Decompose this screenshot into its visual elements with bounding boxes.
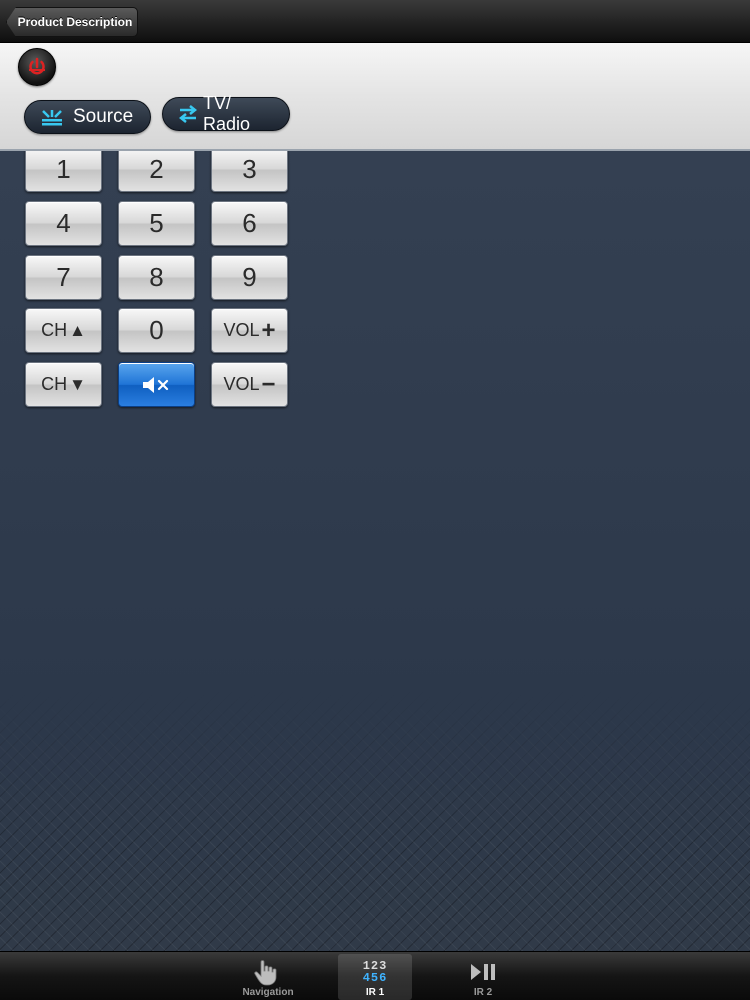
key-1-label: 1: [56, 154, 71, 184]
triangle-up-icon: ▲: [69, 320, 86, 340]
tv-radio-label: TV/ Radio: [203, 93, 251, 134]
volume-down-label: VOL: [223, 374, 260, 394]
mute-icon: [142, 376, 168, 393]
key-6-label: 6: [242, 208, 257, 238]
volume-down-button[interactable]: VOL −: [211, 362, 288, 407]
key-8[interactable]: 8: [118, 255, 195, 300]
key-5-label: 5: [149, 208, 164, 238]
source-button[interactable]: Source: [24, 100, 151, 134]
keypad-panel: 1 2 3 4 5 6 7 8 9 CH ▲ 0 VOL + CH ▼ VOL …: [0, 151, 750, 951]
volume-up-button[interactable]: VOL +: [211, 308, 288, 353]
tab-navigation[interactable]: Navigation: [231, 954, 305, 1000]
tab-ir1-label: IR 1: [365, 987, 385, 998]
triangle-down-icon: ▼: [69, 374, 86, 394]
numeric-keypad-icon: 123 456: [363, 957, 388, 987]
key-9[interactable]: 9: [211, 255, 288, 300]
key-7-label: 7: [56, 262, 71, 292]
tab-ir1[interactable]: 123 456 IR 1: [338, 954, 412, 1000]
key-4[interactable]: 4: [25, 201, 102, 246]
key-7[interactable]: 7: [25, 255, 102, 300]
plus-icon: +: [261, 316, 276, 344]
key-4-label: 4: [56, 208, 71, 238]
key-2[interactable]: 2: [118, 151, 195, 192]
tab-ir2-label: IR 2: [473, 987, 493, 998]
tab-navigation-label: Navigation: [242, 987, 294, 998]
mute-button[interactable]: [118, 362, 195, 407]
key-6[interactable]: 6: [211, 201, 288, 246]
key-3[interactable]: 3: [211, 151, 288, 192]
background-texture: [0, 691, 750, 951]
toolbar: Source TV/ Radio: [0, 43, 750, 151]
play-pause-icon: [468, 957, 498, 987]
swap-arrows-icon: [177, 103, 199, 125]
tv-radio-button[interactable]: TV/ Radio: [162, 93, 290, 134]
power-button[interactable]: [18, 48, 56, 86]
hand-pointer-icon: [253, 957, 283, 987]
tab-bar: Navigation 123 456 IR 1 IR 2: [0, 951, 750, 1000]
key-3-label: 3: [242, 154, 257, 184]
minus-icon: −: [261, 370, 276, 398]
volume-up-label: VOL: [223, 320, 260, 340]
navigation-bar: Product Description: [0, 0, 750, 43]
channel-up-label: CH: [41, 320, 68, 340]
channel-up-button[interactable]: CH ▲: [25, 308, 102, 353]
source-icon: [39, 107, 65, 127]
key-8-label: 8: [149, 262, 164, 292]
key-5[interactable]: 5: [118, 201, 195, 246]
channel-down-button[interactable]: CH ▼: [25, 362, 102, 407]
key-2-label: 2: [149, 154, 164, 184]
back-button-label: Product Description: [17, 15, 133, 29]
key-1[interactable]: 1: [25, 151, 102, 192]
ir1-icon-line2: 456: [362, 971, 388, 985]
back-button[interactable]: Product Description: [6, 7, 138, 37]
source-label: Source: [73, 106, 134, 127]
channel-down-label: CH: [41, 374, 68, 394]
key-0[interactable]: 0: [118, 308, 195, 353]
tab-ir2[interactable]: IR 2: [446, 954, 520, 1000]
power-icon: [29, 57, 45, 75]
key-9-label: 9: [242, 262, 257, 292]
key-0-label: 0: [149, 315, 164, 345]
